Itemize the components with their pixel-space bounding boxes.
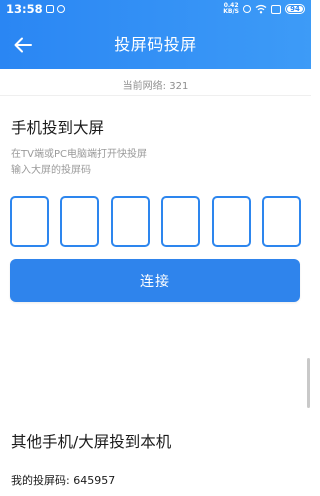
net-speed-unit: KB/S — [223, 8, 239, 15]
phone-to-screen-title: 手机投到大屏 — [11, 119, 105, 137]
app-header: 13:58 0.42 KB/S 94 投屏码投屏 — [0, 0, 311, 69]
cast-code-input — [10, 196, 301, 247]
status-left: 13:58 — [6, 0, 65, 18]
network-value: 321 — [169, 81, 189, 92]
sync-icon — [56, 5, 65, 13]
divider — [0, 95, 311, 96]
screen-icon — [271, 4, 281, 14]
net-speed: 0.42 KB/S — [223, 3, 239, 15]
notification-icon — [45, 5, 54, 13]
scrollbar[interactable] — [307, 358, 310, 408]
code-digit-2[interactable] — [60, 196, 100, 247]
connect-button[interactable]: 连接 — [10, 259, 300, 302]
code-digit-5[interactable] — [211, 196, 251, 247]
network-label: 当前网络: — [122, 81, 170, 92]
my-code-label: 我的投屏码: — [11, 474, 74, 487]
code-digit-1[interactable] — [10, 196, 49, 247]
code-digit-6[interactable] — [261, 196, 301, 247]
code-digit-3[interactable] — [110, 196, 150, 247]
screen-to-phone-title: 其他手机/大屏投到本机 — [11, 433, 172, 451]
battery-icon: 94 — [285, 4, 305, 14]
my-code-value: 645957 — [73, 474, 116, 487]
status-right: 0.42 KB/S 94 — [223, 0, 305, 18]
hint-line-1: 在TV端或PC电脑端打开快投屏 — [11, 149, 147, 160]
page-title: 投屏码投屏 — [114, 35, 197, 54]
wifi-icon — [255, 4, 267, 14]
battery-level: 94 — [290, 5, 300, 13]
alarm-icon — [243, 5, 251, 13]
hint-line-2: 输入大屏的投屏码 — [11, 165, 91, 176]
current-network: 当前网络: 321 — [0, 77, 311, 92]
status-bar: 13:58 0.42 KB/S 94 — [0, 0, 311, 18]
status-time: 13:58 — [6, 2, 43, 16]
my-cast-code: 我的投屏码: 645957 — [11, 472, 115, 488]
code-digit-4[interactable] — [161, 196, 201, 247]
